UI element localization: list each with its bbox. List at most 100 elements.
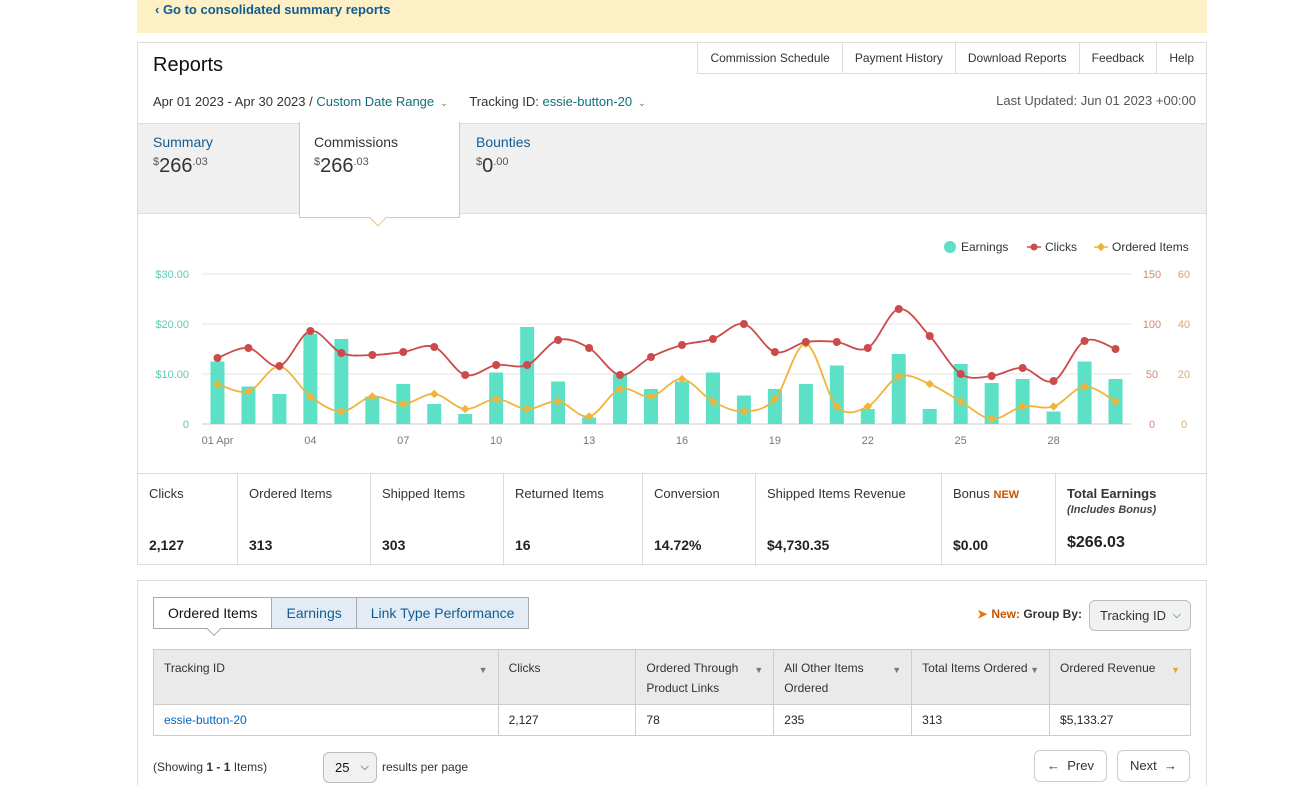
tab-commissions[interactable]: Commissions $266.03	[314, 134, 398, 178]
tracking-id-link[interactable]: essie-button-20	[164, 713, 247, 727]
new-badge: NEW	[993, 489, 1020, 501]
stat-clicks: Clicks 2,127	[138, 474, 238, 566]
stat-bonus: Bonus NEW $0.00	[942, 474, 1056, 566]
last-updated: Last Updated: Jun 01 2023 +00:00	[996, 93, 1196, 108]
group-by-select[interactable]: Tracking ID ⌵	[1089, 600, 1191, 631]
stat-returned-items: Returned Items 16	[504, 474, 643, 566]
tab-summary-value: $266.03	[153, 155, 208, 177]
earnings-bar	[891, 354, 906, 424]
y-left-tick: $10.00	[155, 369, 189, 381]
legend-label: Clicks	[1045, 240, 1077, 254]
tab-commissions-label: Commissions	[314, 134, 399, 150]
earnings-bar	[458, 414, 473, 424]
clicks-point	[523, 361, 532, 369]
clicks-point	[956, 370, 965, 378]
earnings-bar	[767, 389, 782, 424]
consolidated-banner: ‹ Go to consolidated summary reports	[137, 0, 1207, 33]
nav-download-reports[interactable]: Download Reports	[954, 42, 1080, 74]
tracking-label: Tracking ID:	[469, 94, 539, 109]
clicks-point	[647, 353, 656, 361]
x-tick: 19	[769, 435, 781, 447]
earnings-bar	[210, 361, 225, 424]
clicks-point	[306, 327, 315, 335]
stat-shipped-items: Shipped Items 303	[371, 474, 504, 566]
col-total-items[interactable]: Total Items Ordered ▼	[911, 649, 1051, 705]
breakdown-card: Ordered Items Earnings Link Type Perform…	[137, 580, 1207, 785]
clicks-point	[708, 335, 717, 343]
sort-icon: ▼	[478, 665, 488, 675]
summary-tabs: Summary $266.03 Commissions $266.03 Boun…	[138, 122, 1206, 227]
page-title: Reports	[153, 54, 224, 76]
clicks-point	[492, 361, 501, 369]
sort-icon: ▼	[1030, 665, 1040, 675]
col-clicks[interactable]: Clicks	[497, 649, 637, 705]
clicks-point	[894, 305, 903, 313]
tab-bounties[interactable]: Bounties $0.00	[476, 134, 530, 178]
nav-feedback[interactable]: Feedback	[1078, 42, 1158, 74]
filter-row: Apr 01 2023 - Apr 30 2023 / Custom Date …	[153, 94, 646, 109]
y-right2-tick: 60	[1178, 269, 1190, 281]
nav-payment-history[interactable]: Payment History	[841, 42, 956, 74]
col-tracking-id[interactable]: Tracking ID ▼	[153, 649, 499, 705]
chevron-down-icon[interactable]: ⌄	[440, 98, 448, 108]
earnings-bar	[860, 409, 875, 424]
clicks-point	[275, 362, 284, 370]
clicks-line	[217, 308, 1116, 383]
nav-help[interactable]: Help	[1156, 42, 1207, 74]
tab-commissions-value: $266.03	[314, 155, 369, 177]
clicks-point	[616, 371, 625, 379]
clicks-point	[832, 338, 841, 346]
consolidated-reports-link[interactable]: ‹ Go to consolidated summary reports	[155, 2, 391, 17]
earnings-bar	[303, 334, 318, 424]
tab-summary[interactable]: Summary $266.03	[153, 134, 213, 178]
sort-icon: ▼	[892, 665, 902, 675]
tab-link-type-performance[interactable]: Link Type Performance	[355, 597, 530, 629]
nav-commission-schedule[interactable]: Commission Schedule	[697, 42, 843, 74]
col-ordered-through-product-links[interactable]: Ordered Through Product Links ▼	[635, 649, 775, 705]
custom-date-range-dropdown[interactable]: Custom Date Range	[316, 94, 434, 109]
tab-bounties-value: $0.00	[476, 155, 509, 177]
next-button[interactable]: Next →	[1117, 750, 1190, 782]
reports-card: Reports Commission Schedule Payment Hist…	[137, 42, 1207, 566]
earnings-bar	[1077, 361, 1092, 424]
prev-button[interactable]: ← Prev	[1034, 750, 1107, 782]
arrow-right-icon: →	[1163, 758, 1177, 773]
col-all-other-items[interactable]: All Other Items Ordered ▼	[773, 649, 913, 705]
earnings-bar	[829, 365, 844, 424]
earnings-bar	[1015, 379, 1030, 424]
clicks-point	[337, 349, 346, 357]
earnings-bar	[674, 381, 689, 424]
clicks-point	[677, 341, 686, 349]
table-row: essie-button-20 2,127 78 235 313 $5,133.…	[153, 704, 1191, 736]
y-right-tick: 150	[1143, 269, 1161, 281]
clicks-point	[801, 338, 810, 346]
tab-earnings[interactable]: Earnings	[271, 597, 357, 629]
clicks-point	[925, 332, 934, 340]
chevron-down-icon: ⌵	[360, 761, 369, 773]
earnings-bar	[272, 394, 287, 424]
date-separator: /	[305, 94, 317, 109]
tab-summary-label: Summary	[153, 134, 213, 150]
x-tick: 04	[304, 435, 316, 447]
clicks-point	[585, 344, 594, 352]
stat-total-earnings: Total Earnings (Includes Bonus) $266.03	[1067, 486, 1157, 551]
legend-label: Ordered Items	[1112, 240, 1189, 254]
per-page-select[interactable]: 25 ⌵	[323, 752, 377, 783]
clicks-point	[1018, 364, 1027, 372]
tracking-id-dropdown[interactable]: essie-button-20	[543, 94, 633, 109]
y-left-tick: 0	[183, 419, 189, 431]
ordered-items-point	[925, 379, 934, 389]
stat-conversion: Conversion 14.72%	[643, 474, 756, 566]
per-page-label: results per page	[382, 760, 469, 774]
clicks-point	[863, 344, 872, 352]
y-right-tick: 100	[1143, 319, 1161, 331]
tab-ordered-items[interactable]: Ordered Items	[153, 597, 273, 637]
chevron-down-icon[interactable]: ⌄	[638, 98, 646, 108]
legend-label: Earnings	[961, 240, 1008, 254]
stat-shipped-revenue: Shipped Items Revenue $4,730.35	[756, 474, 942, 566]
y-right-tick: 50	[1146, 369, 1158, 381]
breakdown-tabs: Ordered Items Earnings Link Type Perform…	[153, 597, 530, 637]
col-ordered-revenue[interactable]: Ordered Revenue ▼	[1049, 649, 1191, 705]
earnings-chart: 0 0 0 $10.00 50 20 $20.00 100 40 $30.00 150 60 01 Ap…	[155, 240, 1190, 447]
clicks-point	[213, 354, 222, 362]
